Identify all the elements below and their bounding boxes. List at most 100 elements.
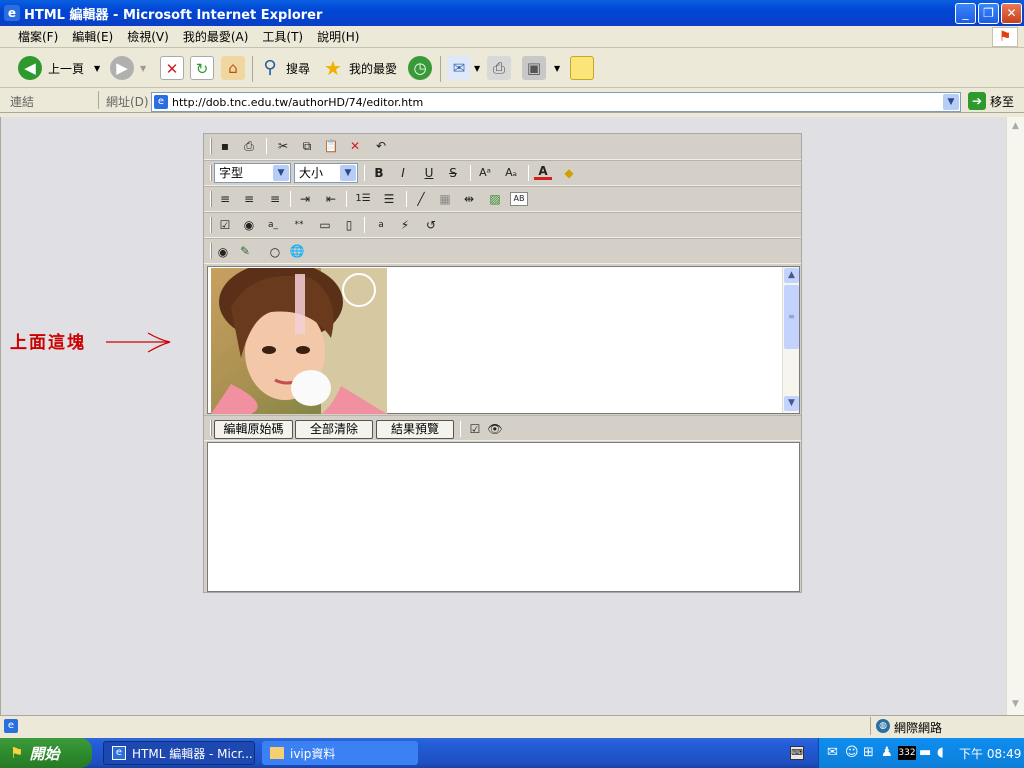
- print-icon[interactable]: ⎙: [240, 137, 258, 155]
- strikethrough-icon[interactable]: S: [444, 164, 462, 182]
- history-button[interactable]: ◷: [408, 55, 432, 81]
- forward-button[interactable]: ▶ ▼: [110, 55, 146, 81]
- windows-flag-icon: ⚑: [10, 744, 24, 762]
- form-checkbox-icon[interactable]: ☑: [216, 216, 234, 234]
- scroll-up-icon[interactable]: ▲: [1009, 119, 1022, 134]
- menu-edit[interactable]: 編輯(E): [72, 28, 113, 45]
- battery-icon[interactable]: ▬: [919, 745, 931, 760]
- editor-scrollbar[interactable]: ▲ ≡ ▼: [782, 267, 799, 413]
- mail-button[interactable]: ✉ ▼: [447, 55, 480, 81]
- copy-icon[interactable]: ⧉: [298, 137, 316, 155]
- form-submit-icon[interactable]: ⚡: [396, 216, 414, 234]
- mail-tray-icon[interactable]: ✉: [827, 745, 838, 760]
- underline-icon[interactable]: U: [420, 164, 438, 182]
- design-mode-icon: ✎: [239, 244, 251, 258]
- preview-button[interactable]: 結果預覽: [376, 420, 454, 439]
- edit-source-button[interactable]: 編輯原始碼: [214, 420, 293, 439]
- scroll-up-icon[interactable]: ▲: [784, 268, 799, 283]
- search-button[interactable]: ⚲ 搜尋: [258, 55, 310, 81]
- start-button[interactable]: ⚑ 開始: [0, 738, 92, 768]
- chevron-down-icon: ▼: [140, 63, 147, 73]
- align-right-icon[interactable]: ≡: [266, 190, 284, 208]
- paste-icon[interactable]: 📋: [322, 137, 340, 155]
- menu-view[interactable]: 檢視(V): [127, 28, 169, 45]
- address-input[interactable]: e http://dob.tnc.edu.tw/authorHD/74/edit…: [151, 92, 961, 112]
- menu-favorites[interactable]: 我的最愛(A): [183, 28, 249, 45]
- bullet-list-icon[interactable]: ☰: [380, 190, 398, 208]
- numbered-list-icon[interactable]: 1☰: [354, 190, 372, 208]
- design-edit-area[interactable]: ▲ ≡ ▼: [207, 266, 800, 414]
- edit-button[interactable]: ▣ ▼: [522, 55, 560, 81]
- clock[interactable]: 下午 08:49: [959, 745, 1021, 762]
- table-icon[interactable]: ▦: [436, 190, 454, 208]
- eye-icon[interactable]: 👁: [486, 420, 504, 438]
- keyboard-icon[interactable]: ⌨: [790, 746, 804, 760]
- restore-button[interactable]: ❐: [978, 3, 999, 24]
- links-label[interactable]: 連結: [10, 93, 34, 110]
- highlight-icon[interactable]: ◆: [560, 164, 578, 182]
- form-select-icon[interactable]: ▭: [316, 216, 334, 234]
- back-button[interactable]: ◀ 上一頁 ▼: [18, 55, 100, 81]
- tray-counter[interactable]: 332: [898, 746, 916, 760]
- go-button[interactable]: ➔ 移至: [968, 92, 1014, 110]
- stop-button[interactable]: ✕: [160, 55, 184, 81]
- undo-icon[interactable]: ↶: [372, 137, 390, 155]
- form-password-icon[interactable]: **: [290, 216, 308, 234]
- align-left-icon[interactable]: ≡: [216, 190, 234, 208]
- close-button[interactable]: ✕: [1001, 3, 1022, 24]
- save-icon[interactable]: ▪: [216, 137, 234, 155]
- subscript-icon[interactable]: Aₐ: [502, 164, 520, 182]
- taskbar-item-ie[interactable]: e HTML 編輯器 - Micr...: [103, 741, 255, 765]
- window-title-bar[interactable]: e HTML 編輯器 - Microsoft Internet Explorer: [0, 0, 1024, 26]
- volume-icon[interactable]: ◖: [937, 745, 944, 760]
- cut-icon[interactable]: ✂: [274, 137, 292, 155]
- italic-icon[interactable]: I: [394, 164, 412, 182]
- menu-file[interactable]: 檔案(F): [18, 28, 58, 45]
- home-button[interactable]: ⌂: [221, 55, 245, 81]
- messenger-icon[interactable]: ♟: [881, 745, 893, 760]
- textbox-icon[interactable]: AB: [510, 192, 528, 206]
- menu-tools[interactable]: 工具(T): [262, 28, 303, 45]
- form-textarea-icon[interactable]: ▯: [340, 216, 358, 234]
- network-icon[interactable]: ⊞: [863, 745, 874, 760]
- form-button-icon[interactable]: a: [372, 216, 390, 234]
- clear-all-button[interactable]: 全部清除: [295, 420, 373, 439]
- arrow-right-icon: [106, 332, 171, 353]
- chevron-down-icon[interactable]: ▼: [943, 94, 959, 110]
- source-textarea[interactable]: [207, 442, 800, 592]
- bold-icon[interactable]: B: [370, 164, 388, 182]
- favorites-button[interactable]: ★ 我的最愛: [321, 55, 397, 81]
- scroll-down-icon[interactable]: ▼: [1009, 697, 1022, 712]
- form-radio-icon[interactable]: ◉: [240, 216, 258, 234]
- page-scrollbar[interactable]: ▲ ▼: [1006, 117, 1024, 715]
- form-reset-icon[interactable]: ↺: [422, 216, 440, 234]
- refresh-button[interactable]: ↻: [190, 55, 214, 81]
- form-textfield-icon[interactable]: a_: [264, 216, 282, 234]
- outdent-icon[interactable]: ⇤: [322, 190, 340, 208]
- scroll-down-icon[interactable]: ▼: [784, 396, 799, 411]
- superscript-icon[interactable]: Aᵃ: [476, 164, 494, 182]
- minimize-button[interactable]: _: [955, 3, 976, 24]
- mode-radio-browse[interactable]: ○: [266, 243, 284, 261]
- print-button[interactable]: ⎙: [487, 55, 511, 81]
- delete-icon[interactable]: ✕: [346, 137, 364, 155]
- search-label: 搜尋: [286, 61, 311, 76]
- smiley-icon[interactable]: ☺: [845, 745, 859, 760]
- indent-icon[interactable]: ⇥: [296, 190, 314, 208]
- align-center-icon[interactable]: ≡: [240, 190, 258, 208]
- font-color-icon[interactable]: A: [534, 164, 552, 180]
- image-icon[interactable]: ▨: [486, 190, 504, 208]
- size-select[interactable]: 大小 ▼: [294, 163, 358, 183]
- mode-radio-design[interactable]: ◉: [214, 243, 232, 261]
- forward-arrow-icon: ▶: [110, 56, 134, 80]
- link-icon[interactable]: ⇹: [460, 190, 478, 208]
- history-icon: ◷: [408, 56, 432, 80]
- taskbar-item-folder[interactable]: ivip資料: [262, 741, 418, 765]
- editor-toolbar-row-4: ☑ ◉ a_ ** ▭ ▯ a ⚡ ↺: [204, 212, 801, 238]
- scroll-thumb[interactable]: ≡: [784, 285, 799, 349]
- option-checkbox[interactable]: ☑: [466, 420, 484, 438]
- font-select[interactable]: 字型 ▼: [214, 163, 291, 183]
- horizontal-rule-icon[interactable]: ╱: [412, 190, 430, 208]
- messenger-button[interactable]: [570, 55, 594, 81]
- menu-help[interactable]: 說明(H): [317, 28, 359, 45]
